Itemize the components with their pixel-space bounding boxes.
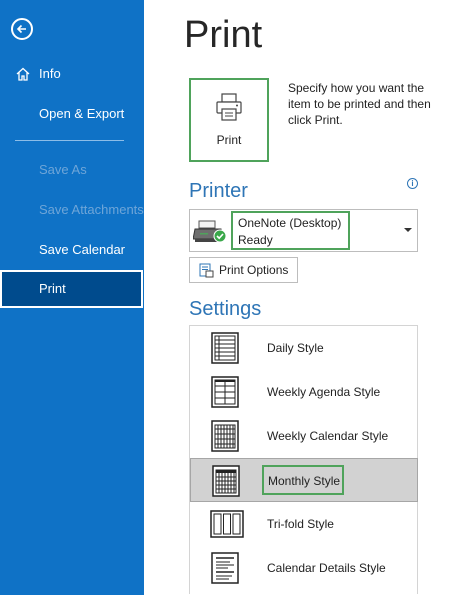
chevron-down-icon [404,228,412,232]
printer-ready-icon [193,220,227,243]
sidebar-item-label: Save As [39,162,87,177]
style-item-monthly[interactable]: Monthly Style [190,458,418,502]
printer-dropdown[interactable]: OneNote (Desktop) Ready [189,209,418,252]
style-item-trifold[interactable]: Tri-fold Style [190,502,417,546]
weekly-agenda-style-icon [211,376,239,408]
sidebar-item-save-calendar[interactable]: Save Calendar [0,231,144,269]
settings-heading: Settings [189,298,262,320]
sidebar-item-save-attachments: Save Attachments [0,191,144,229]
print-options-button[interactable]: Print Options [189,257,298,283]
print-options-label: Print Options [219,263,289,277]
printer-name: OneNote (Desktop) [238,216,342,230]
back-arrow-icon [16,24,26,34]
trifold-style-icon [210,510,244,538]
sidebar-item-label: Open & Export [39,106,125,121]
daily-style-icon [211,332,239,364]
printer-icon [216,93,242,121]
sidebar-item-label: Save Calendar [39,242,125,257]
sidebar-item-label: Info [39,66,61,81]
home-icon [16,67,30,81]
calendar-details-style-icon [211,552,239,584]
style-label: Daily Style [267,341,324,355]
sidebar-item-label: Print [39,281,66,296]
style-label: Weekly Agenda Style [267,385,381,399]
page-title: Print [184,14,263,56]
style-label: Tri-fold Style [267,517,334,531]
printer-status: Ready [238,233,273,247]
sidebar-item-print[interactable]: Print [0,270,143,308]
weekly-calendar-style-icon [211,420,239,452]
sidebar-item-info[interactable]: Info [0,55,144,93]
print-button[interactable]: Print [189,78,269,162]
print-button-label: Print [216,133,242,147]
print-description: Specify how you want the item to be prin… [288,81,431,127]
printer-name-highlight: OneNote (Desktop) Ready [231,211,350,250]
sidebar-item-label: Save Attachments [39,202,144,217]
sidebar-divider [15,140,124,141]
style-item-daily[interactable]: Daily Style [190,326,417,370]
monthly-style-icon [212,465,240,497]
sidebar-item-save-as: Save As [0,151,144,189]
printer-heading: Printer [189,180,248,202]
main-panel: Print Print Specify how you want the ite… [144,0,462,595]
style-item-calendar-details[interactable]: Calendar Details Style [190,546,417,590]
monthly-style-highlight: Monthly Style [262,465,344,495]
style-label: Weekly Calendar Style [267,429,389,443]
style-label: Monthly Style [268,474,341,488]
style-item-weekly-agenda[interactable]: Weekly Agenda Style [190,370,417,414]
sidebar: Info Open & Export Save As Save Attachme… [0,0,144,595]
style-item-weekly-calendar[interactable]: Weekly Calendar Style [190,414,417,458]
style-label: Calendar Details Style [267,561,386,575]
print-style-list: Daily Style Weekly Agenda Style Weekly C… [189,325,418,594]
print-options-icon [199,263,214,278]
back-button[interactable] [11,18,33,40]
info-icon[interactable]: i [407,178,418,189]
sidebar-item-open-export[interactable]: Open & Export [0,95,144,133]
